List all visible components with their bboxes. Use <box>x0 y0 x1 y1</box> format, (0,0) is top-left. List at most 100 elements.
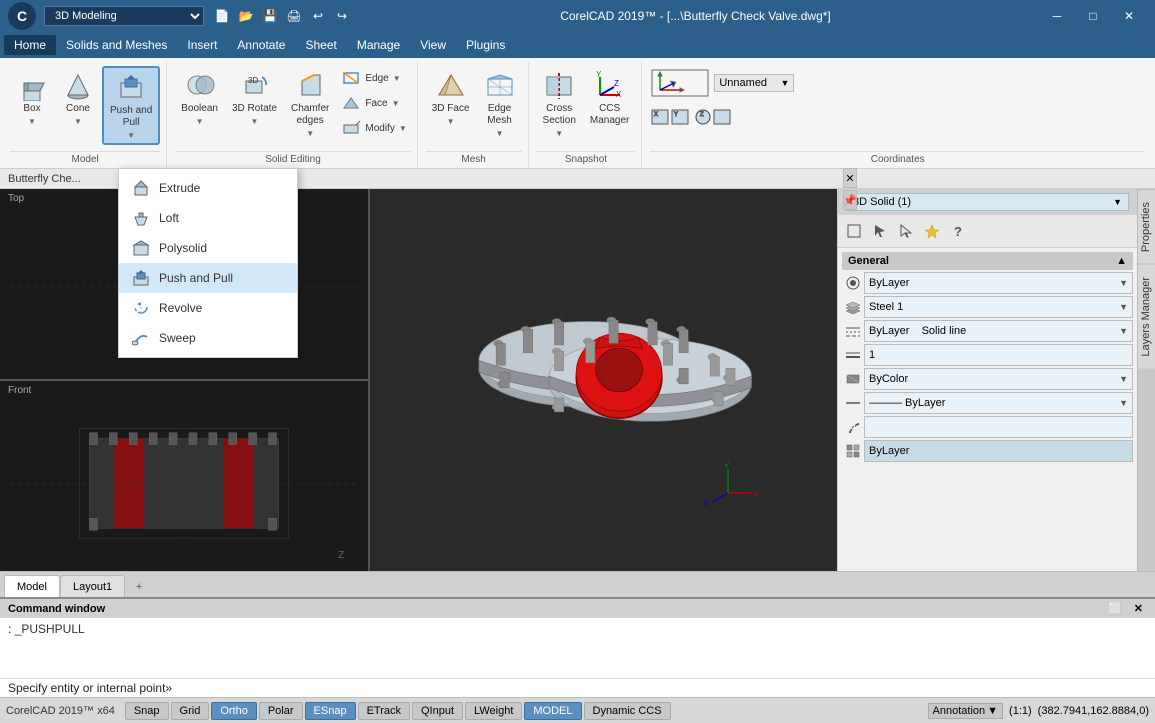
sweep-label: Sweep <box>159 331 196 345</box>
prop-linetype-value[interactable]: ByLayer Solid line ▼ <box>864 320 1133 342</box>
status-esnap[interactable]: ESnap <box>305 702 356 720</box>
boolean-dropdown-arrow: ▼ <box>196 117 204 126</box>
new-icon[interactable]: 📄 <box>212 6 232 26</box>
dropdown-sweep[interactable]: Sweep <box>119 323 297 353</box>
modify-dropdown-arrow: ▼ <box>399 124 407 133</box>
side-tab-layers[interactable]: Layers Manager <box>1138 264 1155 369</box>
ribbon-group-model: Box ▼ Cone ▼ <box>4 62 167 168</box>
cone-dropdown-arrow: ▼ <box>74 117 82 126</box>
svg-text:Y: Y <box>596 70 602 79</box>
status-etrack[interactable]: ETrack <box>358 702 410 720</box>
edge-dropdown-arrow: ▼ <box>393 74 401 83</box>
command-prompt-text: Specify entity or internal point» <box>8 681 172 695</box>
status-polar[interactable]: Polar <box>259 702 303 720</box>
open-icon[interactable]: 📂 <box>236 6 256 26</box>
menu-annotate[interactable]: Annotate <box>227 35 295 55</box>
model-tab-layout1[interactable]: Layout1 <box>60 575 125 597</box>
close-button[interactable]: ✕ <box>1111 0 1147 32</box>
dropdown-polysolid[interactable]: Polysolid <box>119 233 297 263</box>
status-lweight[interactable]: LWeight <box>465 702 522 720</box>
command-restore-btn[interactable]: ⬜ <box>1104 602 1126 615</box>
box-icon <box>16 69 48 101</box>
menu-view[interactable]: View <box>410 35 456 55</box>
viewport-bottom-label: Front <box>8 385 31 396</box>
undo-icon[interactable]: ↩ <box>308 6 328 26</box>
rotate3d-dropdown-arrow: ▼ <box>251 117 259 126</box>
prop-tool-1[interactable] <box>842 219 866 243</box>
coords-display: (382.7941,162.8884,0) <box>1038 705 1149 717</box>
title-bar-icons: 📄 📂 💾 🖨 ↩ ↪ <box>212 6 352 26</box>
prop-help-tool[interactable]: ? <box>946 219 970 243</box>
chamfer-button[interactable]: Chamferedges ▼ <box>285 66 335 141</box>
title-bar-controls: ─ □ ✕ <box>1039 0 1147 32</box>
svg-text:Y: Y <box>674 112 678 118</box>
face-button[interactable]: Face ▼ <box>337 91 410 115</box>
command-close-btn[interactable]: ✕ <box>1130 602 1147 615</box>
prop-lineweight-value[interactable]: 1 <box>864 344 1133 366</box>
prop-color-value[interactable]: ByLayer ▼ <box>864 272 1133 294</box>
menu-sheet[interactable]: Sheet <box>295 35 346 55</box>
menu-insert[interactable]: Insert <box>177 35 227 55</box>
crosssection-dropdown-arrow: ▼ <box>555 129 563 138</box>
edge-button[interactable]: Edge ▼ <box>337 66 410 90</box>
status-qinput[interactable]: QInput <box>412 702 463 720</box>
workspace-selector[interactable]: 3D Modeling <box>44 6 204 26</box>
viewport-bottom[interactable]: Front <box>0 381 368 571</box>
menu-plugins[interactable]: Plugins <box>456 35 515 55</box>
prop-section-general[interactable]: General ▲ <box>842 252 1133 270</box>
maximize-button[interactable]: □ <box>1075 0 1111 32</box>
tab-add-button[interactable]: + <box>129 577 149 597</box>
menu-solids[interactable]: Solids and Meshes <box>56 35 177 55</box>
side-tab-properties[interactable]: Properties <box>1138 189 1155 264</box>
properties-header-value[interactable]: 3D Solid (1) ▼ <box>846 193 1129 211</box>
status-dynamic-ccs[interactable]: Dynamic CCS <box>584 702 671 720</box>
prop-layer-value[interactable]: Steel 1 ▼ <box>864 296 1133 318</box>
crosssection-button[interactable]: CrossSection ▼ <box>537 66 582 141</box>
dropdown-push-pull[interactable]: Push and Pull <box>119 263 297 293</box>
prop-select-tool[interactable] <box>868 219 892 243</box>
rotate3d-button[interactable]: 3D 3D Rotate ▼ <box>226 66 283 129</box>
dropdown-loft[interactable]: Loft <box>119 203 297 233</box>
prop-cursor-tool[interactable] <box>894 219 918 243</box>
cone-button[interactable]: Cone ▼ <box>56 66 100 129</box>
model-tab-model[interactable]: Model <box>4 575 60 597</box>
box-button[interactable]: Box ▼ <box>10 66 54 129</box>
prop-pattern-value[interactable]: ByLayer <box>864 440 1133 462</box>
side-tabs: Properties Layers Manager <box>1137 189 1155 571</box>
prop-link-value[interactable] <box>864 416 1133 438</box>
ribbon-group-snapshot-items: CrossSection ▼ X Y Z CCSMan <box>537 62 636 151</box>
print-icon[interactable]: 🖨 <box>284 6 304 26</box>
layer-icon <box>842 296 864 318</box>
viewport-main[interactable]: X Y Z <box>370 189 837 571</box>
ccs-name-field[interactable]: Unnamed ▼ <box>714 74 794 92</box>
prop-highlight-tool[interactable] <box>920 219 944 243</box>
status-ortho[interactable]: Ortho <box>211 702 257 720</box>
3dface-button[interactable]: 3D Face ▼ <box>426 66 476 129</box>
prop-linetype-arrow: ▼ <box>1119 326 1128 336</box>
panel-pin-button[interactable]: 📌 <box>843 190 857 210</box>
status-model[interactable]: MODEL <box>524 702 581 720</box>
dropdown-revolve[interactable]: Revolve <box>119 293 297 323</box>
edgemesh-button[interactable]: EdgeMesh ▼ <box>478 66 522 141</box>
redo-icon[interactable]: ↪ <box>332 6 352 26</box>
lineweight-icon <box>842 344 864 366</box>
command-prompt[interactable]: Specify entity or internal point» <box>0 678 1155 697</box>
push-pull-label: Push andPull <box>110 105 152 129</box>
ccsmanager-button[interactable]: X Y Z CCSManager <box>584 66 635 130</box>
annotation-dropdown[interactable]: Annotation ▼ <box>928 703 1004 719</box>
boolean-icon <box>184 69 216 101</box>
menu-home[interactable]: Home <box>4 35 56 55</box>
svg-text:X: X <box>654 112 658 118</box>
status-grid[interactable]: Grid <box>171 702 210 720</box>
boolean-button[interactable]: Boolean ▼ <box>175 66 224 129</box>
menu-manage[interactable]: Manage <box>347 35 410 55</box>
properties-selector-arrow: ▼ <box>1113 197 1122 207</box>
status-snap[interactable]: Snap <box>125 702 169 720</box>
dropdown-extrude[interactable]: Extrude <box>119 173 297 203</box>
modify-button[interactable]: Modify ▼ <box>337 116 410 140</box>
prop-plotcolor-value[interactable]: ByColor ▼ <box>864 368 1133 390</box>
prop-dash-value[interactable]: ——— ByLayer ▼ <box>864 392 1133 414</box>
push-pull-button[interactable]: Push andPull ▼ <box>102 66 160 145</box>
save-icon[interactable]: 💾 <box>260 6 280 26</box>
minimize-button[interactable]: ─ <box>1039 0 1075 32</box>
